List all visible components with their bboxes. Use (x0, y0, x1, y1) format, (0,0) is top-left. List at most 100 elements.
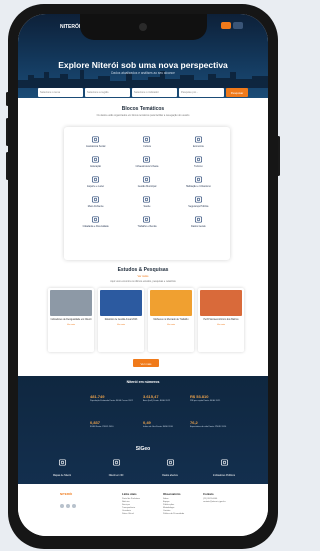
bloco-tile[interactable]: Cidadania e Diversidade (70, 215, 121, 231)
feature-link[interactable]: Dados abertos (150, 454, 190, 477)
bloco-tile[interactable]: Habitação e Urbanismo (173, 175, 224, 191)
database-icon (166, 459, 174, 466)
bloco-tile[interactable]: Esporte e Lazer (70, 175, 121, 191)
stage: NITERÓI Explore Niterói sob uma nova per… (0, 0, 287, 551)
phone-notch (80, 14, 207, 40)
footer-link[interactable]: contato@niteroi.rj.gov.br (203, 501, 237, 504)
search-input[interactable]: Pesquise por... (179, 88, 224, 97)
estudos-list: Indicadores de Desigualdade em Niterói Ve… (48, 288, 244, 352)
menu-button[interactable] (233, 22, 243, 29)
stat-item: 0,837 IDHM Fonte: PNUD 2010 (90, 420, 134, 429)
bloco-label: Gestão Municipal (137, 185, 157, 188)
feature-link[interactable]: Niterói em 3D (96, 454, 136, 477)
study-cover-image (150, 290, 192, 316)
cube-icon (112, 459, 120, 466)
search-button[interactable]: Pesquisar (226, 88, 248, 97)
feature-label: Indicadores Públicos (212, 473, 236, 477)
stat-value: R$ 53.810 (190, 394, 209, 399)
bloco-label: Segurança Pública (188, 205, 209, 208)
stat-item: R$ 53.810 PIB per capita Fonte: IBGE 2021 (190, 394, 234, 403)
feature-label: Mapas de Niterói (52, 473, 72, 477)
study-cover-image (100, 290, 142, 316)
facebook-icon[interactable] (60, 504, 64, 508)
stat-value: 481.749 (90, 394, 105, 399)
bloco-tile[interactable]: Trabalho e Renda (121, 215, 172, 231)
study-title: Relatório de Gestão Anual 2023 (104, 319, 138, 321)
bloco-label: Esporte e Lazer (87, 185, 105, 188)
footer-heading: Observatório (163, 492, 181, 496)
stat-item: 3.615,47 Área (km²) Fonte: IBGE 2022 (143, 394, 187, 403)
youtube-icon[interactable] (72, 504, 76, 508)
study-link[interactable]: Ver mais (50, 324, 92, 326)
bloco-tile[interactable]: Educação (70, 155, 121, 171)
stat-value: 0,49 (143, 420, 151, 425)
stat-label: População Estimada Fonte: IBGE Censo 202… (90, 400, 133, 402)
study-link[interactable]: Ver mais (150, 324, 192, 326)
study-title: Mulheres no Mercado de Trabalho (153, 319, 189, 321)
study-title: Indicadores de Desigualdade em Niterói (50, 319, 92, 321)
study-link[interactable]: Ver mais (100, 324, 142, 326)
bloco-label: Infraestrutura Urbana (135, 165, 159, 168)
stat-value: 0,837 (90, 420, 101, 425)
bloco-label: Assistência Social (86, 145, 106, 148)
bloco-tile[interactable]: Gestão Municipal (121, 175, 172, 191)
footer-heading: Contato (203, 492, 214, 496)
bloco-tile[interactable]: Dados Gerais (173, 215, 224, 231)
bloco-tile[interactable]: Turismo (173, 155, 224, 171)
bloco-label: Habitação e Urbanismo (185, 185, 211, 188)
blocos-card: Assistência Social Cultura Economia Educaçã… (64, 127, 230, 260)
heart-icon (143, 196, 151, 203)
numbers-section: Niterói em números 481.749 População Esti… (18, 376, 268, 484)
bloco-tile[interactable]: Infraestrutura Urbana (121, 155, 172, 171)
stat-item: 481.749 População Estimada Fonte: IBGE Ce… (90, 394, 134, 403)
footer-link[interactable]: Política de Privacidade (163, 513, 197, 516)
estudos-title: Estudos & Pesquisas (117, 267, 169, 273)
see-more-button[interactable]: Ver mais (133, 359, 159, 367)
bloco-tile[interactable]: Meio Ambiente (70, 195, 121, 211)
study-cover-image (200, 290, 242, 316)
hero-title: Explore Niterói sob uma nova perspectiva (58, 60, 228, 70)
chart-icon (194, 216, 202, 223)
study-card[interactable]: Relatório de Gestão Anual 2023 Ver mais (98, 288, 144, 352)
search-bar: Selecione o tema Selecione a região Sele… (38, 88, 248, 97)
stat-item: 0,49 Índice de Gini Fonte: IBGE 2010 (143, 420, 187, 429)
bloco-tile[interactable]: Economia (173, 135, 224, 151)
stat-label: Índice de Gini Fonte: IBGE 2010 (143, 426, 173, 428)
bloco-label: Cidadania e Diversidade (82, 225, 109, 228)
book-icon (92, 156, 100, 163)
footer-column: Contato (21) 2621-0000 contato@niteroi.rj.… (203, 492, 237, 504)
footer-column: Links úteis Portal da Prefeitura Notícias S… (122, 492, 156, 516)
stat-item: 76,2 Expectativa de vida Fonte: PNUD 2010 (190, 420, 234, 429)
government-icon (143, 176, 151, 183)
briefcase-icon (143, 216, 151, 223)
study-card[interactable]: Mulheres no Mercado de Trabalho Ver mais (148, 288, 194, 352)
theme-select[interactable]: Selecione o tema (38, 88, 83, 97)
indicator-select[interactable]: Selecione o indicador (132, 88, 177, 97)
study-card[interactable]: Perfil Socioeconômico dos Bairros Ver mai… (198, 288, 244, 352)
feature-link[interactable]: Indicadores Públicos (204, 454, 244, 477)
study-cover-image (50, 290, 92, 316)
bloco-label: Economia (193, 145, 204, 148)
study-link[interactable]: Ver mais (200, 324, 242, 326)
feature-link[interactable]: Mapas de Niterói (42, 454, 82, 477)
login-button[interactable] (221, 22, 231, 29)
estudos-see-all-link[interactable]: Ver todos (18, 275, 268, 278)
bloco-tile[interactable]: Cultura (121, 135, 172, 151)
theater-icon (143, 136, 151, 143)
house-icon (194, 176, 202, 183)
map-icon (58, 459, 66, 466)
bloco-tile[interactable]: Segurança Pública (173, 195, 224, 211)
buildings-icon (143, 156, 151, 163)
instagram-icon[interactable] (66, 504, 70, 508)
region-select[interactable]: Selecione a região (85, 88, 130, 97)
site-logo[interactable]: NITERÓI (60, 24, 80, 30)
blocos-grid: Assistência Social Cultura Economia Educaçã… (70, 135, 224, 231)
sigeo-logo: SIGeo (135, 446, 151, 452)
bloco-tile[interactable]: Assistência Social (70, 135, 121, 151)
footer-link[interactable]: Diário Oficial (122, 513, 156, 516)
bloco-label: Educação (90, 165, 101, 168)
study-card[interactable]: Indicadores de Desigualdade em Niterói Ve… (48, 288, 94, 352)
estudos-subtitle: Aqui você encontra os últimos estudos, p… (110, 280, 176, 283)
users-icon (220, 459, 228, 466)
bloco-tile[interactable]: Saúde (121, 195, 172, 211)
